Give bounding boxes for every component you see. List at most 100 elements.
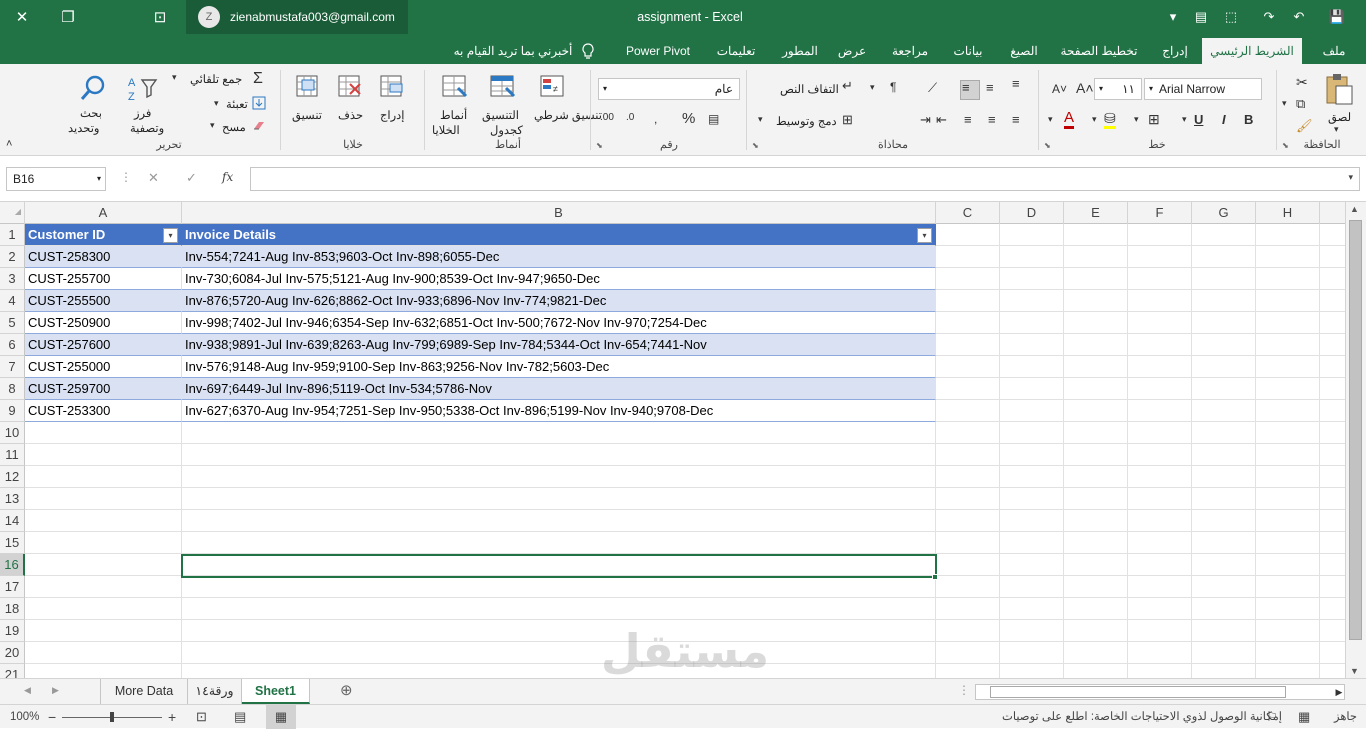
italic-button[interactable]: I <box>1222 112 1226 127</box>
cell[interactable] <box>182 598 936 620</box>
font-size-dropdown[interactable]: ١١ ▾ <box>1094 78 1142 100</box>
row-header[interactable]: 6 <box>0 334 25 356</box>
column-header-c[interactable]: C <box>936 202 1000 224</box>
redo-icon[interactable]: ↷ <box>1254 0 1284 34</box>
row-header[interactable]: 14 <box>0 510 25 532</box>
cell[interactable] <box>936 246 1000 268</box>
paste-icon[interactable] <box>1324 72 1354 106</box>
add-sheet-icon[interactable]: ⊕ <box>340 681 353 699</box>
paste-label[interactable]: لصق <box>1328 110 1351 124</box>
cell[interactable] <box>936 400 1000 422</box>
customer-id-cell[interactable]: CUST-253300 <box>25 400 182 422</box>
increase-indent-icon[interactable]: ⇥ <box>920 112 931 128</box>
cell[interactable] <box>1128 510 1192 532</box>
form-icon[interactable]: ▤ <box>1186 0 1216 34</box>
cell[interactable] <box>1192 532 1256 554</box>
cell[interactable] <box>1256 642 1320 664</box>
cell[interactable] <box>1320 400 1345 422</box>
number-format-dropdown[interactable]: عام ▾ <box>598 78 740 100</box>
cell[interactable] <box>1000 444 1064 466</box>
decrease-indent-icon[interactable]: ⇤ <box>936 112 947 128</box>
zoom-in-icon[interactable]: + <box>168 705 176 729</box>
tab-help[interactable]: تعليمات <box>710 38 762 64</box>
save-icon[interactable]: 💾 <box>1322 0 1352 34</box>
cell[interactable] <box>1064 356 1128 378</box>
bold-button[interactable]: B <box>1244 112 1253 127</box>
cell[interactable] <box>1000 224 1064 246</box>
cell[interactable] <box>1256 532 1320 554</box>
cell[interactable] <box>1256 444 1320 466</box>
cell[interactable] <box>1320 246 1345 268</box>
decrease-decimal-icon[interactable]: .00 <box>600 112 614 123</box>
column-header-h[interactable]: H <box>1256 202 1320 224</box>
dialog-launcher-icon[interactable]: ⬊ <box>1282 141 1292 151</box>
fill-color-icon[interactable]: ⛁ <box>1104 110 1116 129</box>
row-header[interactable]: 16 <box>0 554 25 576</box>
cell[interactable] <box>1128 400 1192 422</box>
cell[interactable] <box>936 444 1000 466</box>
cell[interactable] <box>1192 268 1256 290</box>
spreadsheet-grid[interactable]: ◢ A B C D E F G H 1 Customer ID ▾ Invoice D… <box>0 202 1345 678</box>
cell-styles-icon[interactable] <box>440 72 470 102</box>
copy-dropdown-icon[interactable]: ▾ <box>1282 98 1287 109</box>
cell[interactable] <box>1000 312 1064 334</box>
customer-id-cell[interactable]: CUST-255700 <box>25 268 182 290</box>
autosum-label[interactable]: جمع تلقائي <box>190 72 242 86</box>
customer-id-cell[interactable]: CUST-258300 <box>25 246 182 268</box>
name-box[interactable]: B16 ▾ <box>6 167 106 191</box>
cell[interactable] <box>1320 576 1345 598</box>
row-header[interactable]: 2 <box>0 246 25 268</box>
merge-center-icon[interactable]: ⊞ <box>842 112 853 128</box>
restore-window-icon[interactable]: ❐ <box>48 0 88 34</box>
accessibility-status[interactable]: إمكانية الوصول لذوي الاحتياجات الخاصة: ا… <box>1002 705 1282 729</box>
cell[interactable] <box>1320 334 1345 356</box>
cell[interactable] <box>182 510 936 532</box>
cell[interactable] <box>1128 532 1192 554</box>
cell[interactable] <box>1000 246 1064 268</box>
dialog-launcher-icon[interactable]: ⬊ <box>752 141 762 151</box>
cell[interactable] <box>1192 290 1256 312</box>
cell[interactable] <box>936 224 1000 246</box>
cell[interactable] <box>1256 620 1320 642</box>
accounting-format-icon[interactable]: ▤ <box>708 112 719 126</box>
row-header[interactable]: 10 <box>0 422 25 444</box>
cell[interactable] <box>25 554 182 576</box>
increase-decimal-icon[interactable]: .0 <box>626 112 634 123</box>
row-header[interactable]: 1 <box>0 224 25 246</box>
cell[interactable] <box>1320 290 1345 312</box>
row-header[interactable]: 11 <box>0 444 25 466</box>
column-header-e[interactable]: E <box>1064 202 1128 224</box>
cell[interactable] <box>1192 312 1256 334</box>
select-all-button[interactable]: ◢ <box>0 202 25 224</box>
fill-color-dropdown-icon[interactable]: ▾ <box>1092 114 1097 125</box>
cell[interactable] <box>1192 642 1256 664</box>
row-header[interactable]: 17 <box>0 576 25 598</box>
cell[interactable] <box>1000 532 1064 554</box>
cell[interactable] <box>936 356 1000 378</box>
cell[interactable] <box>1192 356 1256 378</box>
formula-input[interactable]: ▾ <box>250 167 1360 191</box>
conditional-label-1[interactable]: تنسيق شرطي <box>534 108 602 122</box>
cell[interactable] <box>1064 466 1128 488</box>
next-sheet-icon[interactable]: ▶ <box>52 685 59 696</box>
row-header[interactable]: 18 <box>0 598 25 620</box>
horizontal-scrollbar[interactable] <box>975 684 1345 700</box>
increase-font-size-icon[interactable]: A˄ <box>1076 80 1094 96</box>
cell[interactable] <box>1128 334 1192 356</box>
cell[interactable] <box>936 510 1000 532</box>
cell[interactable] <box>182 642 936 664</box>
scroll-right-icon[interactable]: ▶ <box>1332 684 1346 700</box>
row-header[interactable]: 7 <box>0 356 25 378</box>
cell[interactable] <box>1128 356 1192 378</box>
cell[interactable] <box>936 334 1000 356</box>
invoice-details-cell[interactable]: Inv-697;6449-Jul Inv-896;5119-Oct Inv-53… <box>182 378 936 400</box>
cell[interactable] <box>936 598 1000 620</box>
expand-formula-bar-icon[interactable]: ▾ <box>1348 172 1353 183</box>
cell[interactable] <box>936 290 1000 312</box>
delete-label[interactable]: حذف <box>338 108 363 122</box>
tab-view[interactable]: عرض <box>832 38 872 64</box>
cell[interactable] <box>1064 422 1128 444</box>
cell[interactable] <box>1128 620 1192 642</box>
cell[interactable] <box>1256 378 1320 400</box>
cell[interactable] <box>1064 620 1128 642</box>
